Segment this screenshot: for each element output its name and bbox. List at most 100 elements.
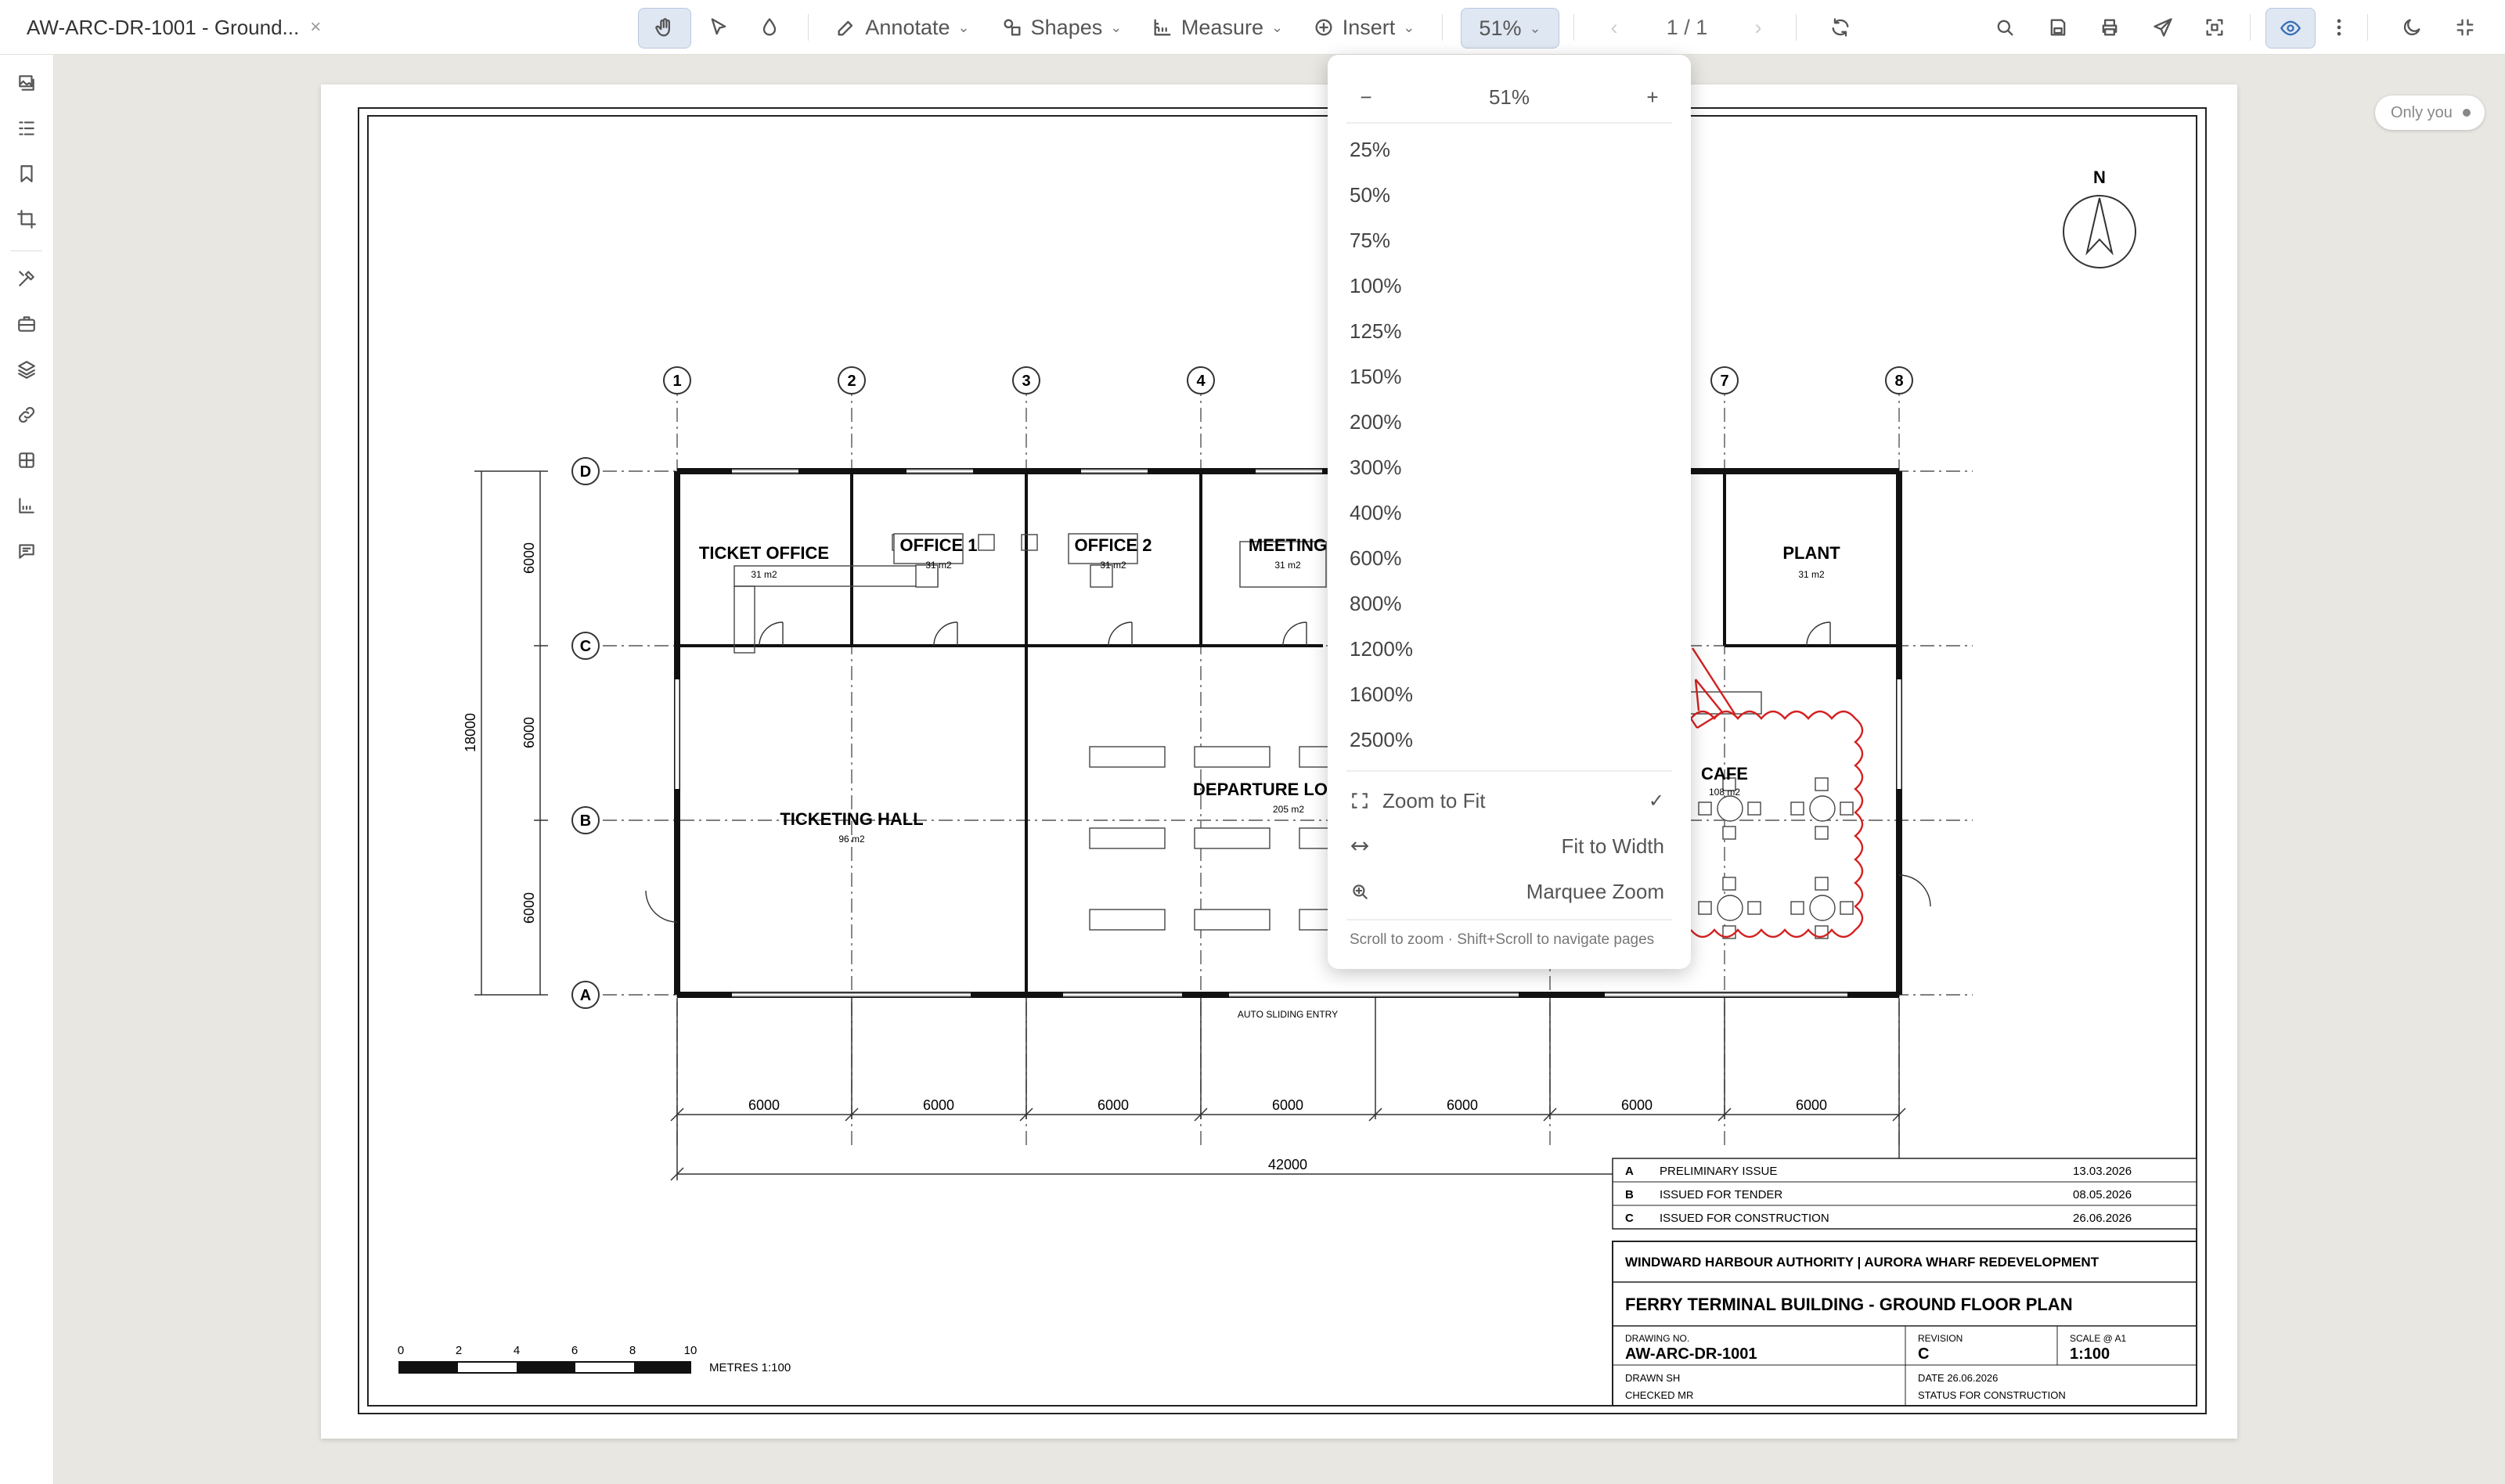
more-options-button[interactable]: [2323, 8, 2355, 47]
previous-page-button[interactable]: ‹: [1600, 8, 1628, 47]
chevron-down-icon: ⌄: [1110, 19, 1123, 35]
document-title: AW-ARC-DR-1001 - Ground...: [27, 15, 300, 39]
zoom-to-fit-option[interactable]: Zoom to Fit ✓: [1346, 781, 1672, 820]
scale-tick: 2: [456, 1344, 462, 1357]
zoom-option-25[interactable]: 25%: [1350, 138, 1390, 162]
more-vertical-icon: [2337, 19, 2341, 36]
zoom-option-800[interactable]: 800%: [1350, 592, 1402, 616]
view-mode-button[interactable]: [2265, 8, 2316, 49]
rotate-button[interactable]: [1821, 8, 1860, 47]
collapse-button[interactable]: [2446, 8, 2485, 47]
room-area: 31 m2: [751, 569, 777, 580]
chevron-left-icon: ‹: [1610, 15, 1618, 39]
revision-description: ISSUED FOR TENDER: [1660, 1188, 1782, 1201]
zoom-option-1200[interactable]: 1200%: [1350, 637, 1413, 661]
room-area: 31 m2: [1798, 569, 1825, 580]
zoom-option-400[interactable]: 400%: [1350, 501, 1402, 525]
revision-date: 26.06.2026: [2073, 1212, 2132, 1225]
pan-tool-button[interactable]: [638, 8, 691, 49]
revision-date: 08.05.2026: [2073, 1188, 2132, 1201]
zoom-in-icon: [1353, 884, 1368, 899]
zoom-option-50[interactable]: 50%: [1350, 183, 1390, 207]
tools-button[interactable]: [14, 266, 39, 291]
bookmarks-button[interactable]: [14, 161, 39, 186]
presence-indicator[interactable]: Only you: [2375, 95, 2485, 130]
zoom-option-100[interactable]: 100%: [1350, 274, 1402, 298]
zoom-option-2500[interactable]: 2500%: [1350, 728, 1413, 752]
share-button[interactable]: [2143, 8, 2182, 47]
zoom-dropdown-button[interactable]: 51% ⌄: [1461, 8, 1559, 49]
room-area: 31 m2: [925, 560, 952, 571]
eye-icon: [2280, 20, 2301, 36]
zoom-current-value: 51%: [1488, 85, 1530, 109]
print-button[interactable]: [2090, 8, 2129, 47]
insert-menu-button[interactable]: Insert ⌄: [1309, 8, 1418, 47]
zoom-to-fit-label: Zoom to Fit: [1382, 788, 1486, 812]
bookmark-icon: [20, 165, 33, 182]
next-page-button[interactable]: ›: [1744, 8, 1772, 47]
fit-to-width-label: Fit to Width: [1561, 834, 1664, 858]
dim-bay: 6000: [1621, 1097, 1653, 1113]
outline-button[interactable]: [14, 116, 39, 141]
drawing-details: TICKET OFFICE 31 m2 OFFICE 1 31 m2 OFFIC…: [398, 533, 2197, 1407]
revision-value: C: [1918, 1345, 1929, 1363]
dim-bay: 6000: [1447, 1097, 1478, 1113]
crop-button[interactable]: [14, 207, 39, 232]
search-button[interactable]: [1985, 8, 2024, 47]
drawing-annotations: TICKET OFFICE 31 m2 OFFICE 1 31 m2 OFFIC…: [321, 85, 2237, 1439]
tools-icon: [19, 271, 34, 286]
insert-label: Insert: [1342, 15, 1396, 39]
measurements-button[interactable]: [14, 493, 39, 518]
zoom-option-75[interactable]: 75%: [1350, 229, 1390, 253]
arrows-horizontal-icon: [1350, 841, 1369, 851]
droplet-icon: [762, 18, 777, 36]
zoom-option-200[interactable]: 200%: [1350, 410, 1402, 434]
ink-tool-button[interactable]: [750, 8, 789, 47]
thumbnails-button[interactable]: [14, 70, 39, 95]
fullscreen-button[interactable]: [2195, 8, 2234, 47]
stamps-button[interactable]: [14, 312, 39, 337]
scale-tick: 6: [571, 1344, 578, 1357]
revision-cloud[interactable]: [1690, 679, 1864, 938]
page-number: 1 / 1: [1666, 15, 1708, 39]
marquee-zoom-option[interactable]: Marquee Zoom: [1346, 872, 1672, 911]
scale-value: 1:100: [2070, 1345, 2110, 1363]
zoom-option-600[interactable]: 600%: [1350, 546, 1402, 571]
pointer-icon: [711, 18, 726, 35]
shapes-menu-button[interactable]: Shapes ⌄: [999, 8, 1124, 47]
document-tab[interactable]: AW-ARC-DR-1001 - Ground... ×: [27, 0, 321, 55]
minimize-icon: [2456, 19, 2474, 36]
save-button[interactable]: [2038, 8, 2078, 47]
measure-menu-button[interactable]: Measure ⌄: [1148, 8, 1287, 47]
page-indicator[interactable]: 1 / 1: [1652, 8, 1722, 47]
fit-icon: [1352, 793, 1368, 809]
title-block: WINDWARD HARBOUR AUTHORITY | AURORA WHAR…: [1612, 1241, 2197, 1407]
dim-bay: 6000: [1796, 1097, 1827, 1113]
fit-to-width-option[interactable]: Fit to Width: [1346, 827, 1672, 866]
shapes-label: Shapes: [1030, 15, 1103, 39]
zoom-in-button[interactable]: +: [1633, 85, 1672, 110]
zoom-option-1600[interactable]: 1600%: [1350, 683, 1413, 707]
list-tree-icon: [19, 121, 34, 135]
client-name: WINDWARD HARBOUR AUTHORITY | AURORA WHAR…: [1625, 1255, 2100, 1270]
layers-button[interactable]: [14, 357, 39, 382]
revision-letter: A: [1625, 1165, 1634, 1178]
annotate-menu-button[interactable]: Annotate ⌄: [830, 8, 975, 47]
dim-bay: 6000: [1098, 1097, 1129, 1113]
links-button[interactable]: [14, 402, 39, 427]
comments-button[interactable]: [14, 538, 39, 564]
pencil-square-icon: [838, 20, 853, 36]
layers-icon: [18, 361, 35, 379]
zoom-option-125[interactable]: 125%: [1350, 319, 1402, 344]
scan-icon: [2206, 19, 2223, 36]
grid-button[interactable]: [14, 448, 39, 473]
dark-mode-button[interactable]: [2392, 8, 2431, 47]
drawing-status: STATUS FOR CONSTRUCTION: [1918, 1389, 2066, 1401]
zoom-option-150[interactable]: 150%: [1350, 365, 1402, 389]
zoom-option-300[interactable]: 300%: [1350, 456, 1402, 480]
send-icon: [2154, 18, 2172, 37]
drawing-no-label: DRAWING NO.: [1625, 1333, 1689, 1344]
select-tool-button[interactable]: [699, 8, 738, 47]
close-tab-icon[interactable]: ×: [310, 16, 321, 38]
zoom-out-button[interactable]: −: [1346, 85, 1386, 110]
